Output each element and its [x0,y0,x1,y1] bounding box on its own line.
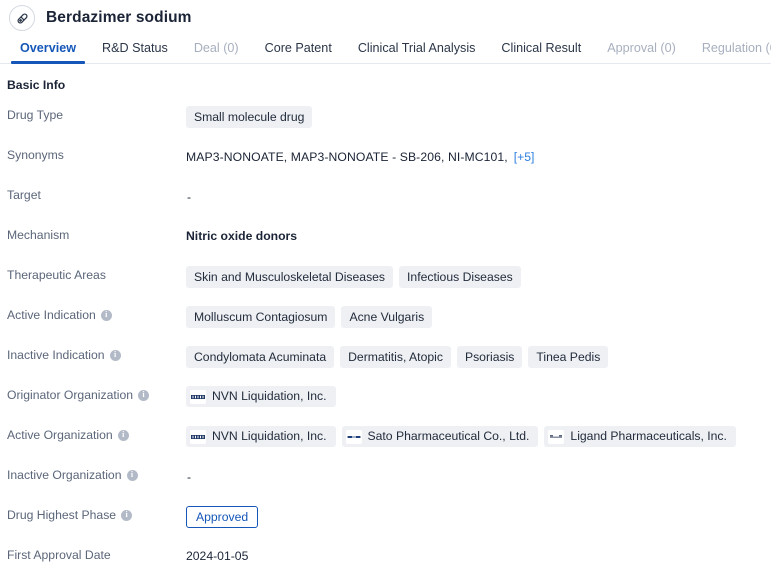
info-icon[interactable]: i [101,310,112,321]
label-text: Originator Organization [7,388,133,403]
label-text: Drug Type [7,108,63,123]
page-header: Berdazimer sodium [0,2,771,34]
page-title: Berdazimer sodium [46,9,192,27]
label-target: Target [7,185,186,203]
organization-name: Ligand Pharmaceuticals, Inc. [570,429,727,443]
section-title-basic-info: Basic Info [0,78,771,92]
tab-rd-status[interactable]: R&D Status [89,42,181,63]
row-active-indication: Active Indication i Molluscum Contagiosu… [0,305,771,345]
chip-organization[interactable]: NVN Liquidation, Inc. [186,386,336,406]
tab-clinical-result[interactable]: Clinical Result [488,42,594,63]
label-drug-highest-phase: Drug Highest Phase i [7,505,186,523]
label-text: Active Indication [7,308,96,323]
label-therapeutic-areas: Therapeutic Areas [7,265,186,283]
info-icon[interactable]: i [127,470,138,481]
label-text: Active Organization [7,428,113,443]
value-inactive-organization: - [186,465,771,487]
value-first-approval-date: 2024-01-05 [186,545,771,567]
tab-approval[interactable]: Approval (0) [594,42,689,63]
value-drug-type: Small molecule drug [186,105,771,128]
label-text: Inactive Indication [7,348,105,363]
tab-overview[interactable]: Overview [7,42,89,63]
target-value: - [186,190,191,204]
label-originator-organization: Originator Organization i [7,385,186,403]
row-target: Target - [0,185,771,225]
organization-name: Sato Pharmaceutical Co., Ltd. [368,429,530,443]
nvn-logo-icon [190,430,206,444]
value-inactive-indication: Condylomata Acuminata Dermatitis, Atopic… [186,345,771,368]
label-active-organization: Active Organization i [7,425,186,443]
label-active-indication: Active Indication i [7,305,186,323]
chip-therapeutic-area[interactable]: Infectious Diseases [399,266,521,288]
value-target: - [186,185,771,207]
pill-capsule-icon [9,5,35,31]
synonyms-more-link[interactable]: [+5] [514,150,535,164]
organization-name: NVN Liquidation, Inc. [212,389,327,403]
inactive-organization-value: - [186,470,191,484]
row-active-organization: Active Organization i NVN Liquidation, I… [0,425,771,465]
value-originator-organization: NVN Liquidation, Inc. [186,385,771,407]
label-text: Mechanism [7,228,69,243]
value-mechanism: Nitric oxide donors [186,225,771,247]
tab-deal[interactable]: Deal (0) [181,42,252,63]
first-approval-date-value: 2024-01-05 [186,549,248,565]
row-originator-organization: Originator Organization i NVN Liquidatio… [0,385,771,425]
value-drug-highest-phase: Approved [186,505,771,528]
label-text: Drug Highest Phase [7,508,116,523]
chip-organization[interactable]: NVN Liquidation, Inc. [186,426,336,446]
chip-therapeutic-area[interactable]: Skin and Musculoskeletal Diseases [186,266,393,288]
ligand-logo-icon [548,430,564,444]
row-mechanism: Mechanism Nitric oxide donors [0,225,771,265]
label-inactive-indication: Inactive Indication i [7,345,186,363]
label-first-approval-date: First Approval Date [7,545,186,563]
label-text: Synonyms [7,148,64,163]
value-therapeutic-areas: Skin and Musculoskeletal Diseases Infect… [186,265,771,288]
tab-core-patent[interactable]: Core Patent [252,42,345,63]
row-inactive-indication: Inactive Indication i Condylomata Acumin… [0,345,771,385]
row-drug-highest-phase: Drug Highest Phase i Approved [0,505,771,545]
label-inactive-organization: Inactive Organization i [7,465,186,483]
label-text: First Approval Date [7,548,111,563]
chip-indication[interactable]: Dermatitis, Atopic [340,346,451,368]
chip-organization[interactable]: Sato Pharmaceutical Co., Ltd. [342,426,539,446]
value-active-organization: NVN Liquidation, Inc. Sato Pharmaceutica… [186,425,771,447]
info-icon[interactable]: i [121,510,132,521]
row-drug-type: Drug Type Small molecule drug [0,105,771,145]
sato-logo-icon [346,430,362,444]
label-text: Target [7,188,41,203]
status-badge[interactable]: Approved [186,506,258,528]
info-icon[interactable]: i [138,390,149,401]
chip-indication[interactable]: Molluscum Contagiosum [186,306,335,328]
row-therapeutic-areas: Therapeutic Areas Skin and Musculoskelet… [0,265,771,305]
info-icon[interactable]: i [118,430,129,441]
organization-name: NVN Liquidation, Inc. [212,429,327,443]
overview-panel: Basic Info Drug Type Small molecule drug… [0,64,771,585]
synonyms-text: MAP3-NONOATE, MAP3-NONOATE - SB-206, NI-… [186,150,508,164]
tab-clinical-trial-analysis[interactable]: Clinical Trial Analysis [345,42,489,63]
info-icon[interactable]: i [110,350,121,361]
value-synonyms: MAP3-NONOATE, MAP3-NONOATE - SB-206, NI-… [186,145,771,167]
chip-drug-type[interactable]: Small molecule drug [186,106,312,128]
row-first-approval-date: First Approval Date 2024-01-05 [0,545,771,585]
label-mechanism: Mechanism [7,225,186,243]
label-drug-type: Drug Type [7,105,186,123]
label-text: Inactive Organization [7,468,122,483]
row-synonyms: Synonyms MAP3-NONOATE, MAP3-NONOATE - SB… [0,145,771,185]
nvn-logo-icon [190,390,206,404]
label-text: Therapeutic Areas [7,268,106,283]
chip-organization[interactable]: Ligand Pharmaceuticals, Inc. [544,426,736,446]
value-active-indication: Molluscum Contagiosum Acne Vulgaris [186,305,771,328]
row-inactive-organization: Inactive Organization i - [0,465,771,505]
chip-indication[interactable]: Acne Vulgaris [341,306,432,328]
tab-regulation[interactable]: Regulation (0) [689,42,771,63]
chip-indication[interactable]: Condylomata Acuminata [186,346,334,368]
chip-indication[interactable]: Tinea Pedis [528,346,608,368]
mechanism-value: Nitric oxide donors [186,229,297,245]
tab-bar: Overview R&D Status Deal (0) Core Patent… [0,34,771,64]
label-synonyms: Synonyms [7,145,186,163]
chip-indication[interactable]: Psoriasis [457,346,522,368]
